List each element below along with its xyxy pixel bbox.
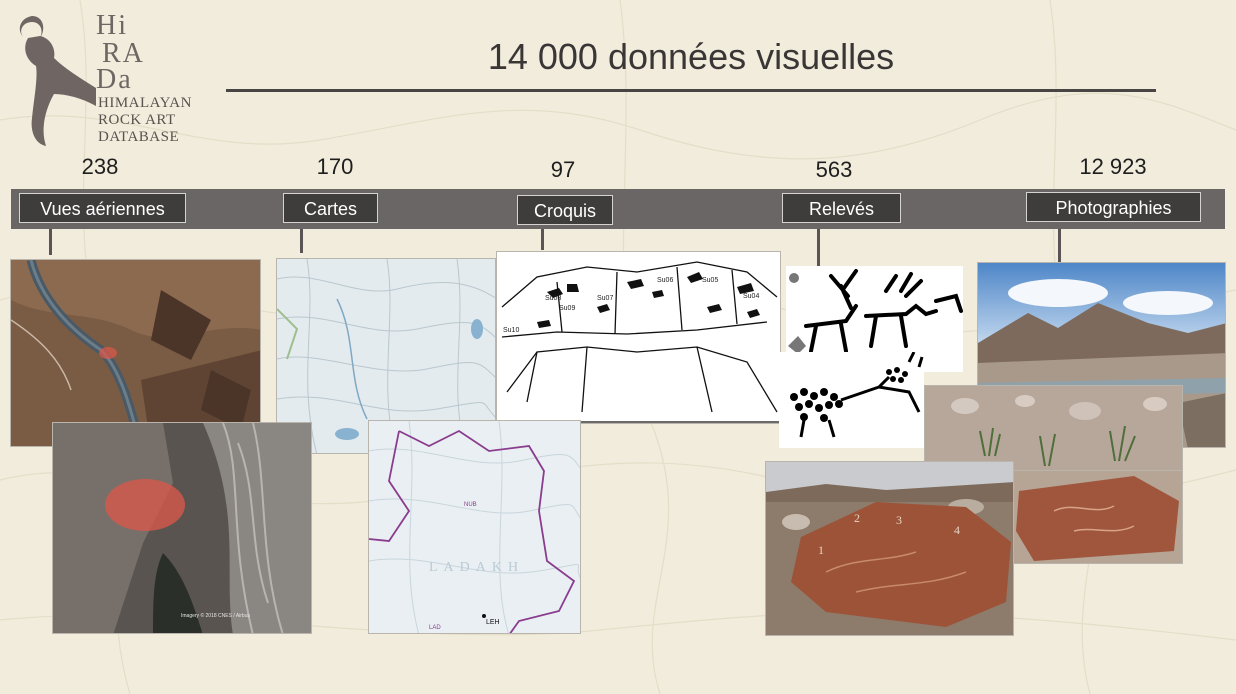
category-tracings[interactable]: Relevés xyxy=(782,193,901,223)
tick-photographs xyxy=(1058,229,1061,262)
title-underline xyxy=(226,89,1156,92)
tick-sketches xyxy=(541,229,544,250)
count-sketches: 97 xyxy=(550,157,576,182)
sketch-label-su09: Su09 xyxy=(559,305,575,312)
category-photographs[interactable]: Photographies xyxy=(1026,192,1201,222)
sketch-label-su06: Su06 xyxy=(657,277,673,284)
map-label-nub: NUB xyxy=(464,502,477,508)
count-maps: 170 xyxy=(316,154,354,179)
map-label-lad: LAD xyxy=(429,625,441,631)
aerial-image-1 xyxy=(10,259,261,447)
rock-number-1: 1 xyxy=(818,543,824,557)
sketch-label-su04: Su04 xyxy=(743,293,759,300)
map-label-ladakh: LADAKH xyxy=(429,560,524,575)
sketch-label-su07: Su07 xyxy=(597,295,613,302)
rock-number-3: 3 xyxy=(896,513,902,527)
logo-line-rock-art: ROCK ART xyxy=(98,112,176,128)
map-label-leh: LEH xyxy=(486,619,500,626)
tick-aerial xyxy=(49,229,52,255)
photograph-numbered-rock: 1 2 3 4 xyxy=(765,461,1014,636)
slide-title: 14 000 données visuelles xyxy=(487,36,895,77)
aerial-image-2: Imagery © 2018 CNES / Airbus xyxy=(52,422,312,634)
logo-line-himalayan: HIMALAYAN xyxy=(98,95,192,111)
category-sketches[interactable]: Croquis xyxy=(517,195,613,225)
tick-maps xyxy=(300,229,303,253)
satellite-credit-text: Imagery © 2018 CNES / Airbus xyxy=(181,612,250,619)
count-tracings: 563 xyxy=(815,157,853,182)
photograph-engraved-rock xyxy=(1013,470,1183,564)
hirada-logo: Hi RA Da HIMALAYAN ROCK ART DATABASE xyxy=(10,8,210,148)
category-aerial-views[interactable]: Vues aériennes xyxy=(19,193,186,223)
sketch-label-su05: Su05 xyxy=(702,277,718,284)
rock-number-2: 2 xyxy=(854,511,860,525)
logo-line-database: DATABASE xyxy=(98,129,180,145)
ibex-logo-icon xyxy=(19,16,96,146)
count-aerial: 238 xyxy=(81,154,119,179)
tracing-image-dotted-animal xyxy=(779,352,924,448)
rock-number-4: 4 xyxy=(954,523,960,537)
count-photographs: 12 923 xyxy=(1079,154,1147,179)
sketch-drawing-image: Su08 Su09 Su07 Su06 Su05 Su04 Su10 xyxy=(496,251,781,424)
sketch-label-su10: Su10 xyxy=(503,327,519,334)
logo-letters-da: Da xyxy=(96,64,133,95)
sketch-label-su08: Su08 xyxy=(545,295,561,302)
map-image-2: NUB LADAKH LAD LEH xyxy=(368,420,581,634)
category-maps[interactable]: Cartes xyxy=(283,193,378,223)
